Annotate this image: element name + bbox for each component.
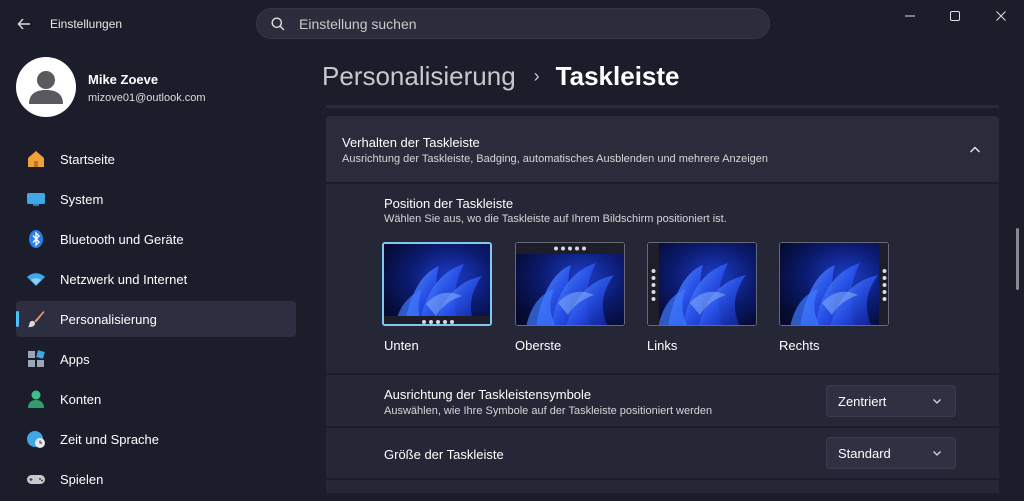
sidebar-nav: Startseite System Bluetooth und Geräte N… [16, 141, 296, 501]
sidebar-item-label: Netzwerk und Internet [60, 272, 188, 287]
maximize-button[interactable] [932, 0, 978, 32]
sidebar-item-netzwerk[interactable]: Netzwerk und Internet [16, 261, 296, 297]
sidebar-item-label: Apps [60, 352, 90, 367]
position-preview-left [647, 242, 757, 326]
sidebar-item-spielen[interactable]: Spielen [16, 461, 296, 497]
system-icon [27, 193, 45, 206]
wallpaper-thumbnail [648, 243, 756, 325]
breadcrumb-parent-link[interactable]: Personalisierung [322, 61, 516, 92]
collapse-button[interactable] [963, 138, 987, 162]
sidebar-item-label: Zeit und Sprache [60, 432, 160, 447]
position-preview-bottom [382, 242, 492, 326]
person-icon [28, 390, 44, 408]
icon-alignment-subtitle: Auswählen, wie Ihre Symbole auf der Task… [384, 405, 713, 417]
arrow-left-icon [17, 18, 30, 30]
bluetooth-icon [29, 230, 43, 248]
breadcrumb: Personalisierung › Taskleiste [322, 58, 680, 94]
icon-alignment-row: Ausrichtung der Taskleistensymbole Auswä… [326, 375, 999, 426]
minimize-icon [905, 15, 915, 17]
sidebar-item-apps[interactable]: Apps [16, 341, 296, 377]
brush-icon [28, 311, 45, 328]
behavior-section-title: Verhalten der Taskleiste [342, 135, 480, 150]
section-divider [326, 105, 999, 108]
taskbar-size-title: Größe der Taskleiste [384, 447, 504, 462]
dropdown-value: Standard [838, 446, 891, 461]
app-title: Einstellungen [50, 17, 123, 31]
sidebar-item-label: Konten [60, 392, 102, 407]
back-button[interactable] [10, 12, 38, 36]
user-profile[interactable]: Mike Zoeve mizove01@outlook.com [16, 57, 296, 119]
page-title: Taskleiste [555, 60, 680, 91]
wifi-icon [27, 273, 45, 286]
sidebar-item-startseite[interactable]: Startseite [16, 141, 296, 177]
taskbar-position-title: Position der Taskleiste [384, 196, 514, 211]
sidebar-item-label: Startseite [60, 152, 115, 167]
maximize-icon [950, 11, 960, 21]
chevron-down-icon [933, 399, 941, 404]
sidebar-item-bluetooth[interactable]: Bluetooth und Geräte [16, 221, 296, 257]
wallpaper-thumbnail [516, 243, 624, 325]
gamepad-icon [27, 475, 45, 484]
next-row [326, 480, 999, 493]
clock-globe-icon [27, 431, 45, 448]
title-bar: Einstellungen [0, 0, 1024, 48]
position-option-label: Unten [384, 338, 419, 353]
position-preview-top [515, 242, 625, 326]
sidebar-item-system[interactable]: System [16, 181, 296, 217]
behavior-section-subtitle: Ausrichtung der Taskleiste, Badging, aut… [342, 153, 769, 165]
icon-alignment-title: Ausrichtung der Taskleistensymbole [384, 387, 592, 402]
position-preview-right [779, 242, 889, 326]
wallpaper-thumbnail [384, 244, 490, 324]
home-icon [28, 151, 44, 167]
sidebar-item-label: System [60, 192, 104, 207]
sidebar-item-zeit-sprache[interactable]: Zeit und Sprache [16, 421, 296, 457]
close-button[interactable] [978, 0, 1024, 32]
position-option-label: Oberste [515, 338, 562, 353]
scrollbar-thumb[interactable] [1016, 228, 1019, 290]
position-option-rechts[interactable] [779, 242, 889, 328]
chevron-up-icon [970, 146, 980, 153]
position-option-unten[interactable] [382, 242, 492, 328]
chevron-down-icon [933, 451, 941, 456]
breadcrumb-separator: › [533, 65, 540, 86]
wallpaper-thumbnail [780, 243, 888, 325]
taskbar-size-row: Größe der Taskleiste Standard [326, 428, 999, 478]
taskbar-size-dropdown[interactable]: Standard [826, 437, 956, 469]
sidebar-item-label: Bluetooth und Geräte [60, 232, 184, 247]
behavior-section-header[interactable]: Verhalten der Taskleiste Ausrichtung der… [326, 116, 999, 182]
search-input[interactable] [297, 14, 741, 33]
search-box[interactable] [256, 8, 770, 39]
minimize-button[interactable] [887, 0, 933, 32]
taskbar-position-section: Position der Taskleiste Wählen Sie aus, … [326, 184, 999, 373]
dropdown-value: Zentriert [838, 394, 887, 409]
sidebar-item-konten[interactable]: Konten [16, 381, 296, 417]
sidebar-item-label: Spielen [60, 472, 104, 487]
taskbar-position-subtitle: Wählen Sie aus, wo die Taskleiste auf Ih… [384, 213, 727, 225]
avatar [16, 57, 76, 117]
user-email: mizove01@outlook.com [88, 92, 206, 104]
sidebar-item-personalisierung[interactable]: Personalisierung [16, 301, 296, 337]
position-option-label: Links [647, 338, 678, 353]
close-icon [996, 11, 1006, 21]
position-option-oberste[interactable] [515, 242, 625, 328]
sidebar-item-label: Personalisierung [60, 312, 157, 327]
person-silhouette-icon [29, 71, 63, 104]
search-icon [269, 15, 287, 33]
position-option-label: Rechts [779, 338, 820, 353]
icon-alignment-dropdown[interactable]: Zentriert [826, 385, 956, 417]
apps-icon [28, 350, 45, 367]
position-option-links[interactable] [647, 242, 757, 328]
user-name: Mike Zoeve [88, 72, 159, 87]
